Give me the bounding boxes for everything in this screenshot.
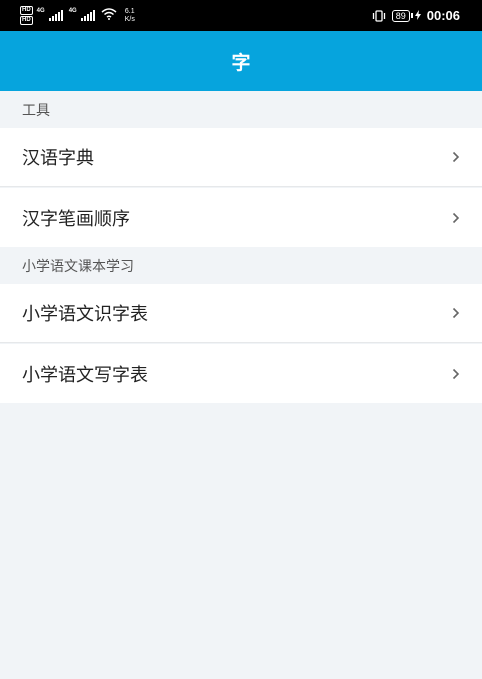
chevron-right-icon <box>452 151 460 163</box>
hd-badge-sim2: HD <box>20 16 33 25</box>
wifi-icon <box>101 7 117 25</box>
list-item-label: 汉语字典 <box>22 148 94 169</box>
list-item-label: 小学语文写字表 <box>22 364 148 386</box>
network-speed: 6.1 K/s <box>125 8 135 24</box>
status-left: HD HD 4G 4G 6.1 K/s <box>20 6 135 25</box>
network-type-sim1: 4G <box>36 8 45 14</box>
page-title: 字 <box>231 51 251 74</box>
hd-badge-sim1: HD <box>20 6 33 15</box>
list-item-label: 汉字笔画顺序 <box>22 208 130 230</box>
list-item-label: 小学语文识字表 <box>22 304 148 325</box>
clock: 00:06 <box>426 8 460 23</box>
status-bar: HD HD 4G 4G 6.1 K/s 89 00:06 <box>0 0 482 31</box>
hd-indicators: HD HD <box>20 6 33 25</box>
network-speed-value: 6.1 <box>124 7 135 15</box>
section-header-textbook: 小学语文课本学习 <box>0 247 482 285</box>
network-type-sim2: 4G <box>68 8 77 14</box>
chevron-right-icon <box>452 212 460 224</box>
status-right: 89 00:06 <box>372 7 460 25</box>
list-item-writing-table[interactable]: 小学语文写字表 <box>0 344 482 403</box>
vibrate-icon <box>372 9 386 22</box>
list-item-chinese-dictionary[interactable]: 汉语字典 <box>0 128 482 187</box>
chevron-right-icon <box>452 368 460 380</box>
list-item-stroke-order[interactable]: 汉字笔画顺序 <box>0 188 482 247</box>
signal-icon-sim1 <box>48 10 63 21</box>
battery-indicator: 89 <box>391 9 413 22</box>
app-bar: 字 <box>0 31 482 91</box>
chevron-right-icon <box>452 307 460 319</box>
signal-icon-sim2 <box>80 10 95 21</box>
network-speed-unit: K/s <box>124 15 135 23</box>
section-header-tools: 工具 <box>0 91 482 129</box>
list-item-recognition-table[interactable]: 小学语文识字表 <box>0 284 482 343</box>
battery-level: 89 <box>391 9 410 22</box>
charging-icon <box>414 7 421 25</box>
battery-cap <box>410 13 413 18</box>
